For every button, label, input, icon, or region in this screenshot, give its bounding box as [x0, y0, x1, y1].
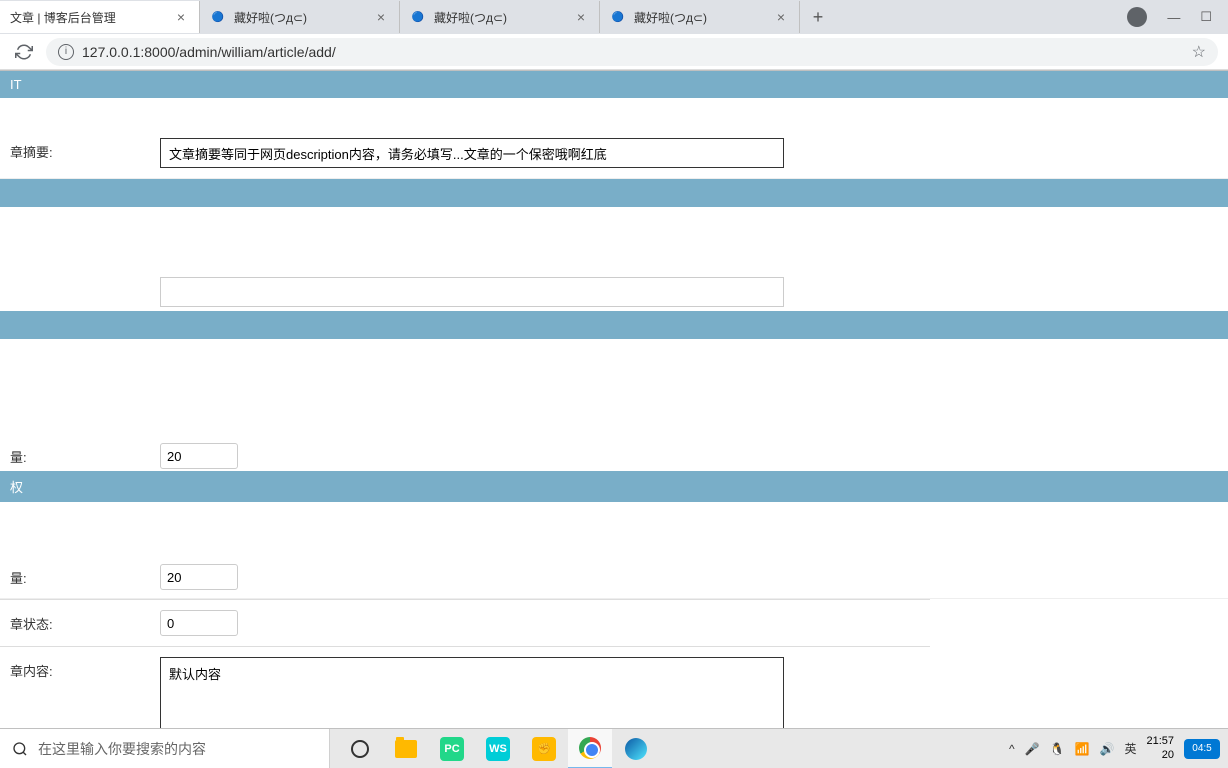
notification-badge[interactable]: 04:5: [1184, 739, 1220, 759]
reload-button[interactable]: [10, 38, 38, 66]
count-input-1[interactable]: [160, 443, 238, 469]
webstorm-icon[interactable]: WS: [476, 729, 520, 768]
browser-chrome: 文章 | 博客后台管理 × 🔵 藏好啦(つд⊂) × 🔵 藏好啦(つд⊂) × …: [0, 0, 1228, 71]
content-textarea[interactable]: [160, 657, 784, 729]
file-explorer-icon[interactable]: [384, 729, 428, 768]
tab-title: 藏好啦(つд⊂): [434, 9, 573, 26]
maximize-button[interactable]: ☐: [1200, 9, 1212, 25]
status-input[interactable]: [160, 610, 238, 636]
count-label-1: 量:: [10, 443, 160, 466]
cortana-icon[interactable]: [338, 729, 382, 768]
task-icons: PC WS ✊: [330, 729, 658, 768]
close-icon[interactable]: ×: [373, 9, 389, 25]
form-row-count1: 量:: [0, 439, 1228, 471]
section-header-blank2: [0, 311, 1228, 339]
search-icon: [12, 741, 28, 757]
minimize-button[interactable]: —: [1167, 10, 1180, 25]
count-label-2: 量:: [10, 564, 160, 587]
tab-title: 文章 | 博客后台管理: [10, 9, 173, 26]
content-label: 章内容:: [10, 657, 160, 680]
section-header-it: IT: [0, 71, 1228, 98]
tabs-row: 文章 | 博客后台管理 × 🔵 藏好啦(つд⊂) × 🔵 藏好啦(つд⊂) × …: [0, 0, 1228, 34]
volume-icon[interactable]: 🔊: [1100, 742, 1115, 756]
pycharm-icon[interactable]: PC: [430, 729, 474, 768]
system-tray: ^ 🎤 🐧 📶 🔊 英 21:57 20 04:5: [1009, 735, 1228, 761]
wifi-icon[interactable]: 📶: [1075, 742, 1090, 756]
browser-tab-3[interactable]: 🔵 藏好啦(つд⊂) ×: [600, 1, 800, 33]
url-text: 127.0.0.1:8000/admin/william/article/add…: [82, 44, 1192, 60]
address-bar-row: i 127.0.0.1:8000/admin/william/article/a…: [0, 34, 1228, 70]
search-placeholder: 在这里输入你要搜索的内容: [38, 739, 206, 759]
chrome-icon[interactable]: [568, 729, 612, 768]
clock[interactable]: 21:57 20: [1146, 735, 1174, 761]
edge-icon[interactable]: [614, 729, 658, 768]
tray-chevron-icon[interactable]: ^: [1009, 742, 1015, 756]
status-label: 章状态:: [10, 610, 160, 633]
section-header-blank1: [0, 179, 1228, 207]
browser-tab-1[interactable]: 🔵 藏好啦(つд⊂) ×: [200, 1, 400, 33]
form-row-content: 章内容:: [0, 647, 1228, 729]
taskbar-search[interactable]: 在这里输入你要搜索的内容: [0, 729, 330, 768]
new-tab-button[interactable]: +: [804, 3, 832, 31]
close-icon[interactable]: ×: [773, 9, 789, 25]
browser-tab-2[interactable]: 🔵 藏好啦(つд⊂) ×: [400, 1, 600, 33]
form-row-count2: 量:: [0, 562, 1228, 599]
bookmark-star-icon[interactable]: ☆: [1192, 42, 1206, 62]
form-row-status: 章状态:: [0, 600, 1228, 646]
close-icon[interactable]: ×: [573, 9, 589, 25]
form-row-blank-input: [0, 267, 1228, 311]
favicon-icon: 🔵: [610, 9, 626, 25]
page-content: IT 章摘要: 量: 权 量: 章状态: 章内容:: [0, 71, 1228, 729]
window-controls: — ☐: [1127, 7, 1228, 27]
favicon-icon: 🔵: [210, 9, 226, 25]
summary-input[interactable]: [160, 138, 784, 168]
form-row-summary: 章摘要:: [0, 128, 1228, 179]
tab-title: 藏好啦(つд⊂): [634, 9, 773, 26]
microphone-icon[interactable]: 🎤: [1025, 742, 1040, 756]
blank-input[interactable]: [160, 277, 784, 307]
tab-title: 藏好啦(つд⊂): [234, 9, 373, 26]
app-icon-yellow[interactable]: ✊: [522, 729, 566, 768]
info-icon[interactable]: i: [58, 44, 74, 60]
favicon-icon: 🔵: [410, 9, 426, 25]
count-input-2[interactable]: [160, 564, 238, 590]
taskbar: 在这里输入你要搜索的内容 PC WS ✊ ^ 🎤 🐧 📶 🔊 英 21:57 2…: [0, 728, 1228, 768]
ime-indicator[interactable]: 英: [1124, 740, 1136, 757]
date-text: 20: [1146, 749, 1174, 762]
qq-icon[interactable]: 🐧: [1050, 742, 1065, 756]
close-icon[interactable]: ×: [173, 9, 189, 25]
profile-icon[interactable]: [1127, 7, 1147, 27]
summary-label: 章摘要:: [10, 138, 160, 161]
time-text: 21:57: [1146, 735, 1174, 748]
section-header-rights: 权: [0, 471, 1228, 502]
url-bar[interactable]: i 127.0.0.1:8000/admin/william/article/a…: [46, 38, 1218, 66]
browser-tab-0[interactable]: 文章 | 博客后台管理 ×: [0, 1, 200, 33]
